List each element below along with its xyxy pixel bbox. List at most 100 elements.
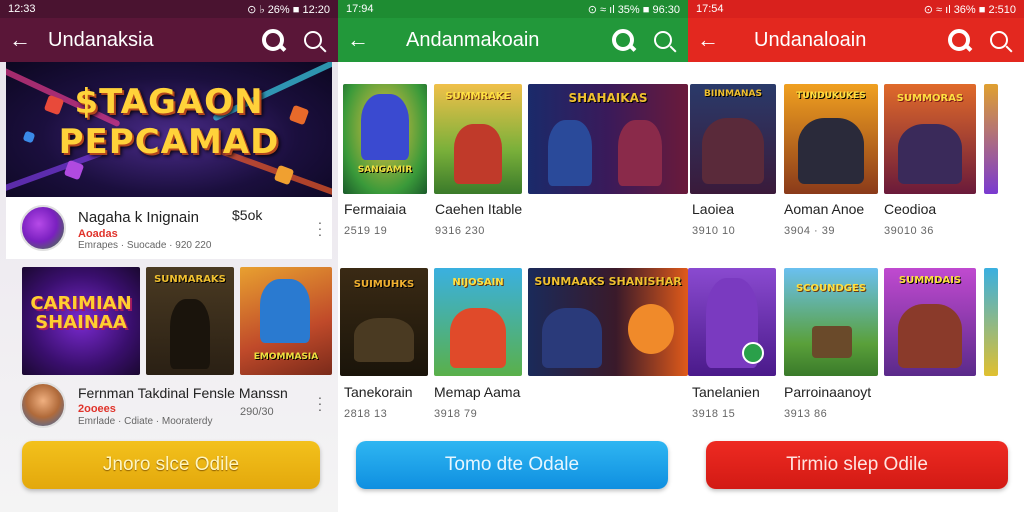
thumbnail-art-text: SUMMRAKE [445,91,511,102]
game-title: Caehen Itable [435,201,523,217]
app-bar: ← Undanaloain [688,18,1024,62]
game-title: Laoiea [692,201,735,217]
item-title: Nagaha k Inignain [78,209,199,226]
app-title: Andanmakoain [406,28,540,51]
item-meta: Emrlade · Cdiate · Mooraterdy [78,416,213,427]
game-thumbnail[interactable]: NIJOSAIN [434,268,522,376]
back-arrow-icon[interactable]: ← [688,27,728,53]
character-figure [628,304,674,354]
list-item[interactable]: Fernman Takdinal Fensle Manssn 290/30 2o… [6,376,332,434]
game-thumbnail[interactable]: TUNDUKUKES [784,84,878,194]
game-thumbnail[interactable]: BIINMANAS [690,84,776,194]
thumbnail-art-text: SCOUNDGES [795,283,867,294]
featured-banner[interactable]: $TAGAON PEPCAMAD [6,62,332,197]
game-thumbnail[interactable]: SUNMAAKS SHANISHAR [528,268,688,376]
app-logo-icon[interactable] [612,29,634,51]
game-thumbnail[interactable]: SCOUNDGES [784,268,878,376]
game-thumbnail[interactable]: CARIMIAN SHAINAA [22,267,140,375]
character-figure [702,118,764,184]
status-bar: 12:33 ⊙ ♭ 26% ■ 12:20 [0,0,338,18]
game-thumbnail[interactable]: SUMMDAIS [884,268,976,376]
list-item[interactable]: Nagaha k Inignain $5ok Aoadas Emrapes · … [6,197,332,259]
game-thumbnail[interactable]: SANGAMIR [343,84,427,194]
status-icons: ⊙ ≈ ıl 35% ■ 96:30 [588,3,680,16]
item-meta: Emrapes · Suocade · 920 220 [78,240,212,251]
thumbnail-art-text: BIINMANAS [704,89,762,99]
character-figure [454,124,502,184]
back-arrow-icon[interactable]: ← [0,27,40,53]
install-button[interactable]: Tomo dte Odale [356,441,668,489]
item-subtitle: 2ooees [78,403,116,415]
character-figure [354,318,414,362]
game-thumbnail[interactable] [984,84,998,194]
banner-line-1: $TAGAON [74,82,264,122]
game-thumbnail[interactable]: SUIMUHKS [340,268,428,376]
game-title: Memap Aama [434,384,521,400]
more-options-icon[interactable]: · · · [316,215,324,241]
game-meta: 3913 86 [784,408,828,420]
character-figure [361,94,409,160]
thumbnail-art-text: SUMMDAIS [898,275,962,286]
banner-title: $TAGAON PEPCAMAD [6,82,332,162]
thumbnail-art-text: TUNDUKUKES [796,91,866,101]
game-meta: 2519 19 [344,225,388,237]
app-title: Undanaloain [754,28,867,51]
item-size: $5ok [232,207,263,223]
game-title: Tanelanien [692,384,760,400]
game-title: Aoman Anoe [784,201,865,217]
character-figure [898,124,962,184]
thumbnail-art-text: CARIMIAN SHAINAA [30,293,132,333]
badge-icon [742,342,764,364]
game-meta: 3904 · 39 [784,225,835,237]
game-title: Parroinaanoyt [784,384,872,400]
banner-line-2: PEPCAMAD [58,122,280,162]
character-figure [260,279,310,343]
app-logo-icon[interactable] [948,29,970,51]
game-meta: 9316 230 [435,225,485,237]
game-meta: 2818 13 [344,408,388,420]
game-title: Ceodioa [884,201,937,217]
app-bar: ← Undanaksia [0,18,338,62]
character-figure [542,308,602,368]
app-bar: ← Andanmakoain [338,18,688,62]
item-size: 290/30 [240,406,274,418]
more-options-icon[interactable]: · · · [316,390,324,416]
install-button[interactable]: Tirmio slep Odile [706,441,1008,489]
search-icon[interactable] [654,31,672,49]
status-icons: ⊙ ♭ 26% ■ 12:20 [247,3,330,16]
thumbnail-art-text: SUNMARAKS [154,274,226,285]
game-thumbnail[interactable]: SHAHAIKAS [528,84,688,194]
game-title: Fermaiaia [344,201,407,217]
item-subtitle: Aoadas [78,228,118,240]
game-thumbnail[interactable]: EMOMMASIA [240,267,332,375]
character-figure [798,118,864,184]
status-text: ⊙ ♭ 26% ■ 12:20 [247,3,330,16]
item-title: Fernman Takdinal Fensle Manssn [78,385,288,401]
game-thumbnail[interactable]: SUMMORAS [884,84,976,194]
status-icons: ⊙ ≈ ıl 36% ■ 2:510 [924,3,1016,16]
app-avatar [20,382,66,428]
game-thumbnail[interactable] [984,268,998,376]
back-arrow-icon[interactable]: ← [338,27,378,53]
app-title: Undanaksia [48,28,154,51]
search-icon[interactable] [990,31,1008,49]
status-time: 17:54 [696,3,724,15]
game-thumbnail[interactable] [688,268,776,376]
status-time: 12:33 [8,3,36,15]
game-thumbnail[interactable]: SUMMRAKE [434,84,522,194]
character-figure [170,299,210,369]
game-thumbnail[interactable]: SUNMARAKS [146,267,234,375]
thumbnail-art-text: EMOMMASIA [253,352,319,362]
game-meta: 39010 36 [884,225,934,237]
thumbnail-art-text: SUIMUHKS [353,279,415,290]
status-bar: 17:94 ⊙ ≈ ıl 35% ■ 96:30 [338,0,688,18]
install-button[interactable]: Jnoro slce Odile [22,441,320,489]
game-meta: 3918 15 [692,408,736,420]
thumbnail-art-text: SANGAMIR [357,165,413,175]
status-text: ⊙ ≈ ıl 35% ■ 96:30 [587,3,680,16]
character-figure [450,308,506,368]
search-icon[interactable] [304,31,322,49]
app-logo-icon[interactable] [262,29,284,51]
app-screen-3: 17:54 ⊙ ≈ ıl 36% ■ 2:510 ← Undanaloain B… [688,0,1024,512]
character-figure [618,120,662,186]
